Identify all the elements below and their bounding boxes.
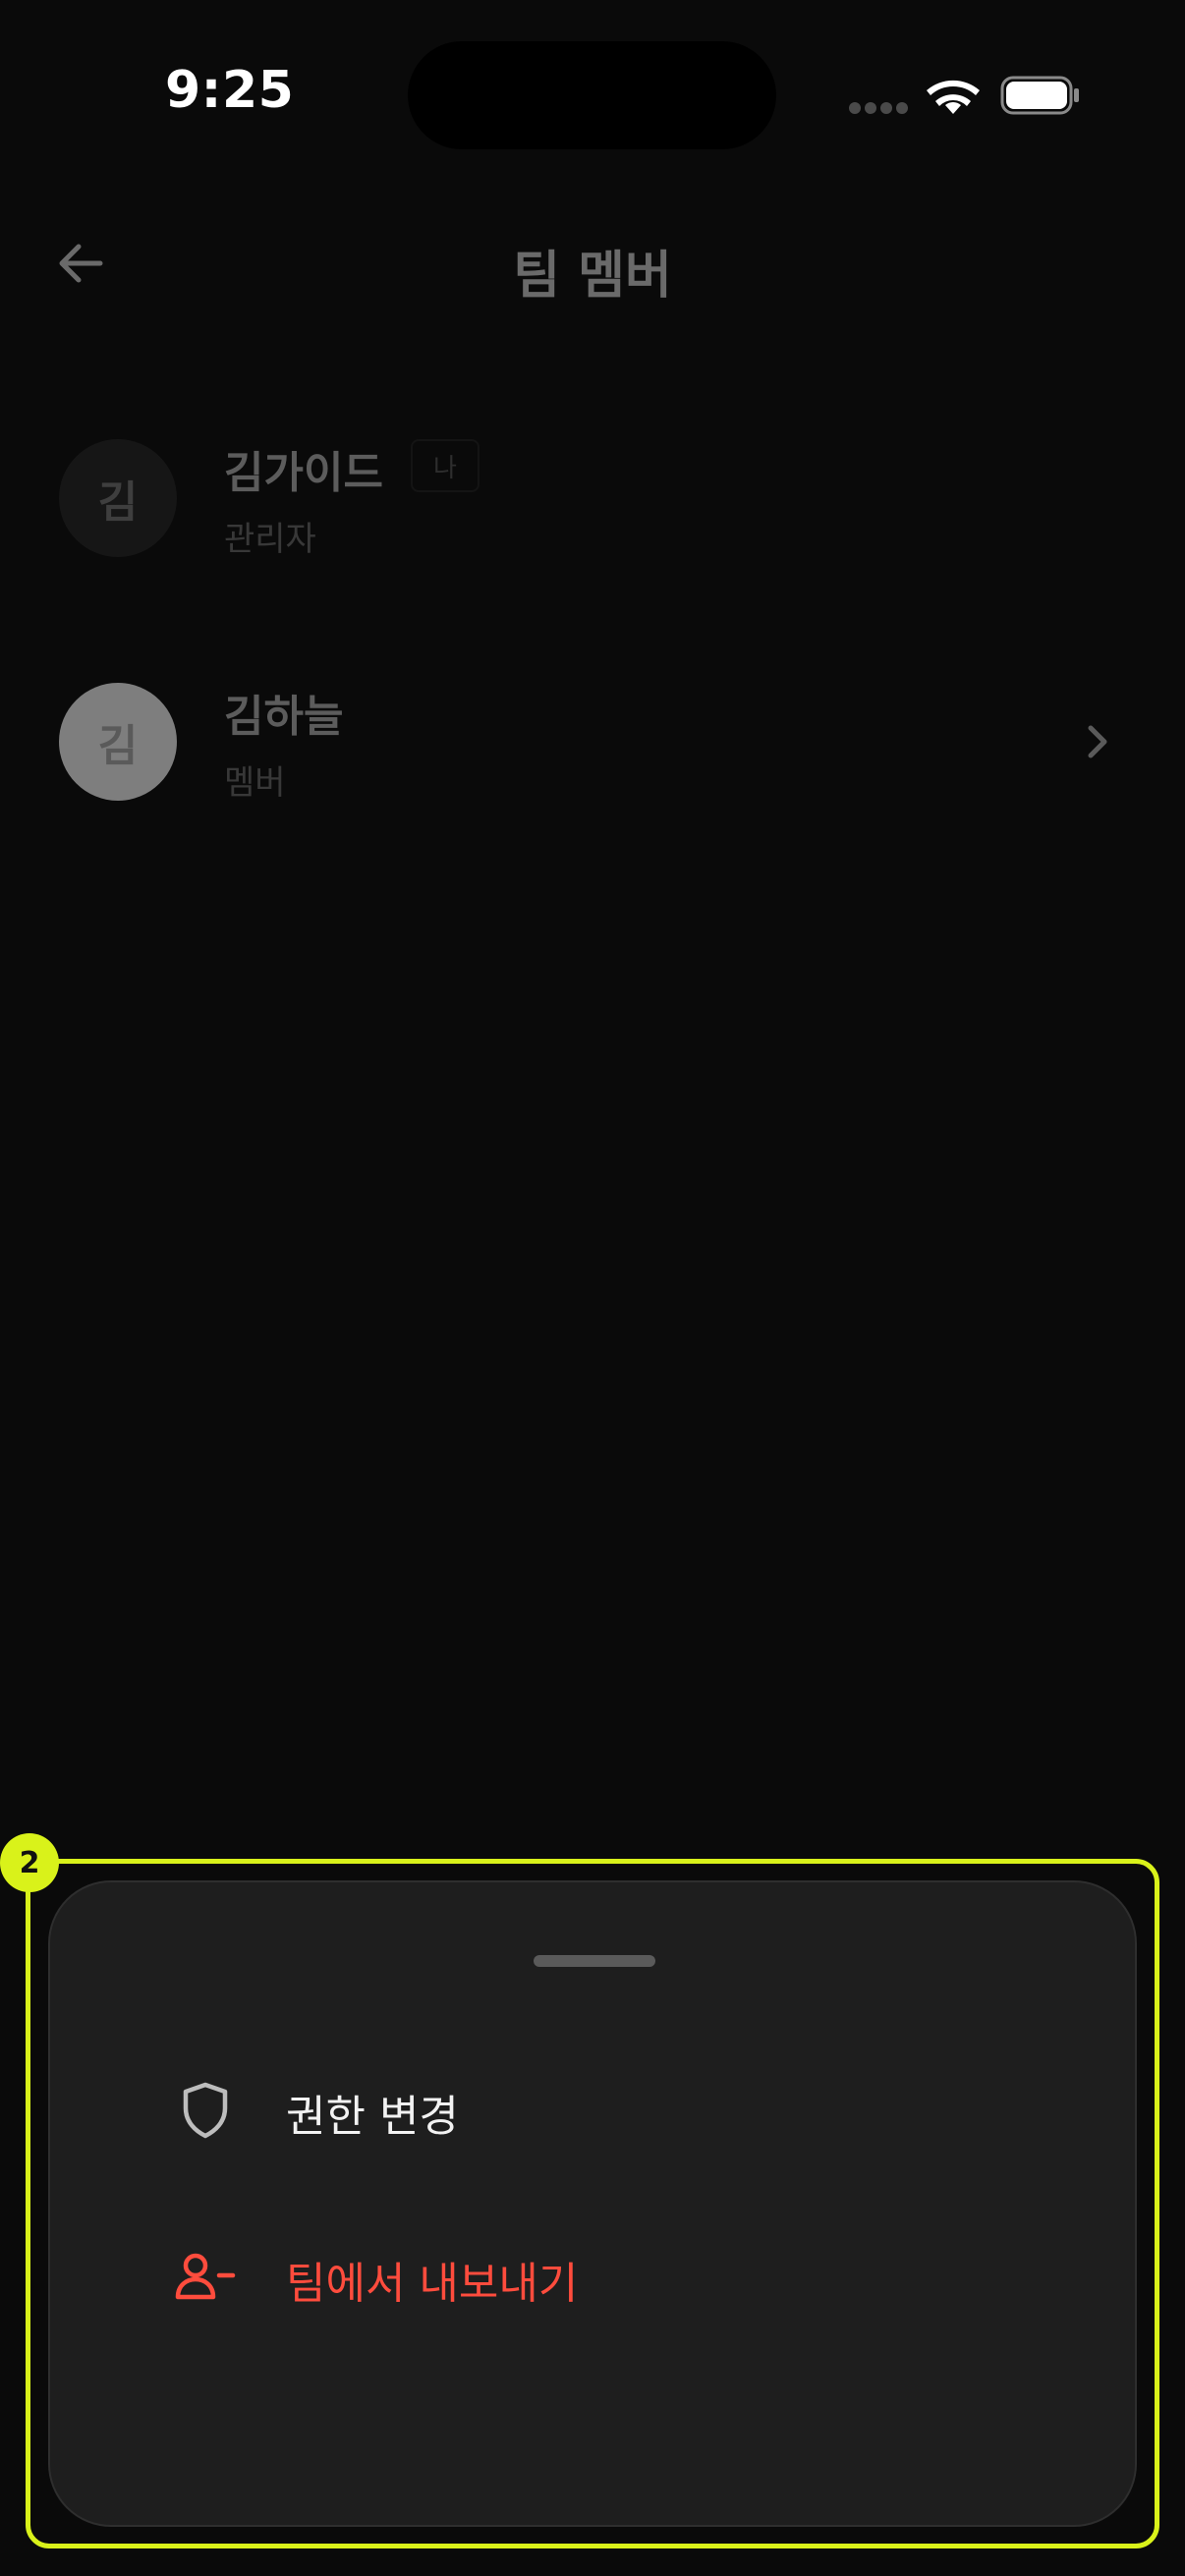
member-name: 김가이드 bbox=[224, 448, 383, 498]
wifi-icon bbox=[927, 80, 980, 114]
status-time: 9:25 bbox=[165, 61, 295, 120]
sheet-grabber[interactable] bbox=[534, 1955, 655, 1967]
member-name: 김하늘 bbox=[224, 692, 344, 742]
change-permission-button[interactable]: 권한 변경 bbox=[50, 2049, 1139, 2167]
remove-from-team-button[interactable]: 팀에서 내보내기 bbox=[50, 2216, 1139, 2334]
me-badge: 나 bbox=[411, 439, 480, 492]
avatar: 김 bbox=[59, 439, 177, 557]
action-sheet: 권한 변경 팀에서 내보내기 bbox=[48, 1880, 1137, 2527]
member-row[interactable]: 김 김가이드 나 관리자 bbox=[0, 418, 1185, 575]
page-title: 팀 멤버 bbox=[513, 247, 672, 306]
avatar: 김 bbox=[59, 683, 177, 801]
member-row[interactable]: 김 김하늘 멤버 bbox=[0, 661, 1185, 818]
change-permission-label: 권한 변경 bbox=[286, 2092, 459, 2142]
member-role: 멤버 bbox=[224, 763, 286, 803]
remove-from-team-label: 팀에서 내보내기 bbox=[286, 2259, 579, 2309]
dynamic-island bbox=[408, 41, 776, 149]
member-role: 관리자 bbox=[224, 520, 316, 559]
shield-icon bbox=[183, 2082, 228, 2139]
user-minus-icon bbox=[175, 2253, 236, 2300]
chevron-right-icon bbox=[1088, 725, 1107, 758]
battery-icon bbox=[1000, 76, 1079, 115]
cellular-signal-icon bbox=[849, 102, 908, 116]
highlight-badge: 2 bbox=[0, 1833, 59, 1892]
team-members-screen: 9:25 팀 멤버 김 김가이드 나 관리자 김 김하늘 멤버 2 권한 변경 … bbox=[0, 0, 1185, 2576]
